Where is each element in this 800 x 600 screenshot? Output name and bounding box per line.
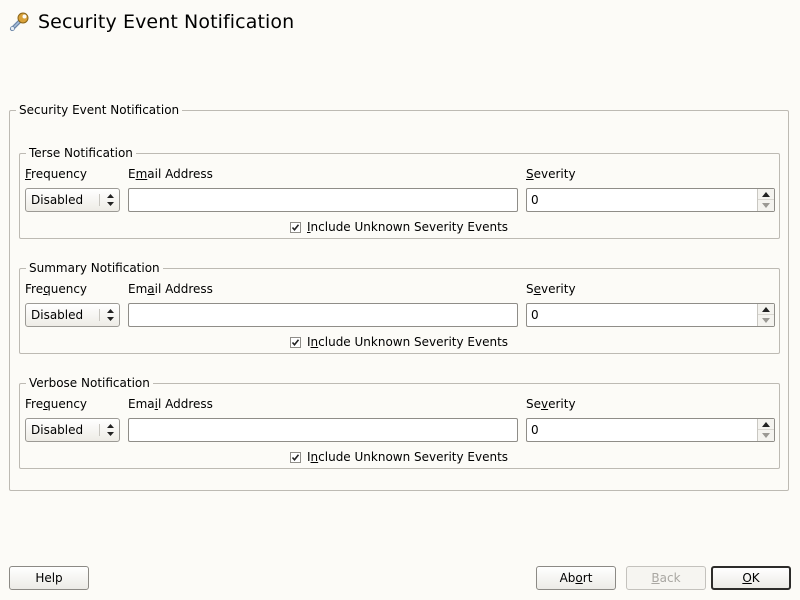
spin-up-icon[interactable]	[758, 304, 774, 315]
verbose-include-unknown-checkbox[interactable]: Include Unknown Severity Events	[290, 450, 508, 464]
spin-down-icon[interactable]	[758, 315, 774, 326]
spin-up-icon[interactable]	[758, 419, 774, 430]
verbose-email-field[interactable]	[128, 418, 518, 442]
checkbox-checked-icon[interactable]	[290, 451, 301, 463]
wrench-icon	[8, 11, 30, 33]
frequency-value: Disabled	[31, 193, 84, 207]
severity-value: 0	[531, 308, 539, 322]
include-unknown-label: Include Unknown Severity Events	[307, 450, 509, 464]
terse-email-field[interactable]	[128, 188, 518, 212]
title-bar: Security Event Notification	[8, 8, 294, 36]
terse-frequency-select[interactable]: Disabled	[25, 188, 120, 212]
back-button[interactable]: Back	[626, 566, 706, 590]
frequency-label: Frequency	[25, 282, 88, 296]
page-title: Security Event Notification	[38, 11, 295, 33]
help-button[interactable]: Help	[9, 566, 89, 590]
terse-include-unknown-checkbox[interactable]: Include Unknown Severity Events	[290, 220, 508, 234]
verbose-notification-group: Verbose Notification Frequency Email Add…	[19, 376, 780, 469]
spin-down-icon[interactable]	[758, 430, 774, 441]
frequency-value: Disabled	[31, 308, 84, 322]
group-legend: Security Event Notification	[16, 103, 183, 117]
severity-label: Severity	[526, 282, 576, 296]
include-unknown-label: Include Unknown Severity Events	[307, 220, 509, 234]
email-label: Email Address	[128, 397, 213, 411]
ok-button[interactable]: OK	[711, 566, 791, 590]
updown-arrows-icon	[106, 308, 115, 322]
spin-up-icon[interactable]	[758, 189, 774, 200]
summary-severity-spinbox[interactable]: 0	[526, 303, 775, 327]
checkbox-checked-icon[interactable]	[290, 336, 301, 348]
severity-value: 0	[531, 193, 539, 207]
updown-arrows-icon	[106, 423, 115, 437]
summary-legend: Summary Notification	[26, 261, 163, 275]
email-label: Email Address	[128, 167, 213, 181]
summary-include-unknown-checkbox[interactable]: Include Unknown Severity Events	[290, 335, 508, 349]
abort-button[interactable]: Abort	[536, 566, 616, 590]
include-unknown-label: Include Unknown Severity Events	[307, 335, 509, 349]
email-label: Email Address	[128, 282, 213, 296]
frequency-value: Disabled	[31, 423, 84, 437]
verbose-legend: Verbose Notification	[26, 376, 153, 390]
terse-notification-group: Terse Notification Frequency Email Addre…	[19, 146, 780, 239]
severity-label: Severity	[526, 397, 576, 411]
checkbox-checked-icon[interactable]	[290, 221, 301, 233]
severity-label: Severity	[526, 167, 576, 181]
severity-value: 0	[531, 423, 539, 437]
spin-down-icon[interactable]	[758, 200, 774, 211]
terse-severity-spinbox[interactable]: 0	[526, 188, 775, 212]
summary-email-field[interactable]	[128, 303, 518, 327]
terse-legend: Terse Notification	[26, 146, 136, 160]
frequency-label: Frequency	[25, 167, 87, 181]
verbose-severity-spinbox[interactable]: 0	[526, 418, 775, 442]
summary-frequency-select[interactable]: Disabled	[25, 303, 120, 327]
security-event-notification-group: Security Event Notification Terse Notifi…	[9, 103, 789, 491]
verbose-frequency-select[interactable]: Disabled	[25, 418, 120, 442]
summary-notification-group: Summary Notification Frequency Email Add…	[19, 261, 780, 354]
frequency-label: Frequency	[25, 397, 88, 411]
updown-arrows-icon	[106, 193, 115, 207]
